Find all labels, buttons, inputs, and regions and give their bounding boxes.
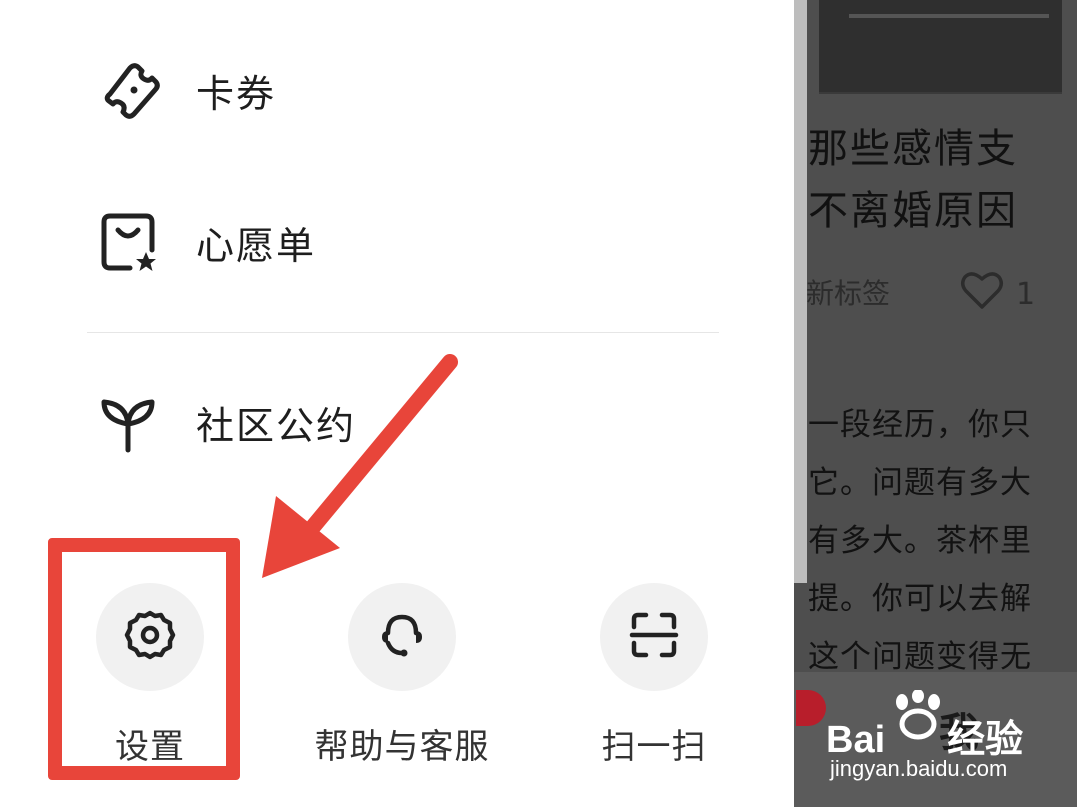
watermark-brand-text: Bai — [826, 719, 886, 761]
annotation-arrow — [262, 354, 458, 578]
baidu-jingyan-watermark: Bai 经验 jingyan.baidu.com — [826, 689, 1046, 790]
watermark-brand: Bai 经验 — [826, 708, 1023, 763]
watermark-url: jingyan.baidu.com — [830, 756, 1008, 781]
watermark-brand-suffix: 经验 — [947, 719, 1024, 761]
